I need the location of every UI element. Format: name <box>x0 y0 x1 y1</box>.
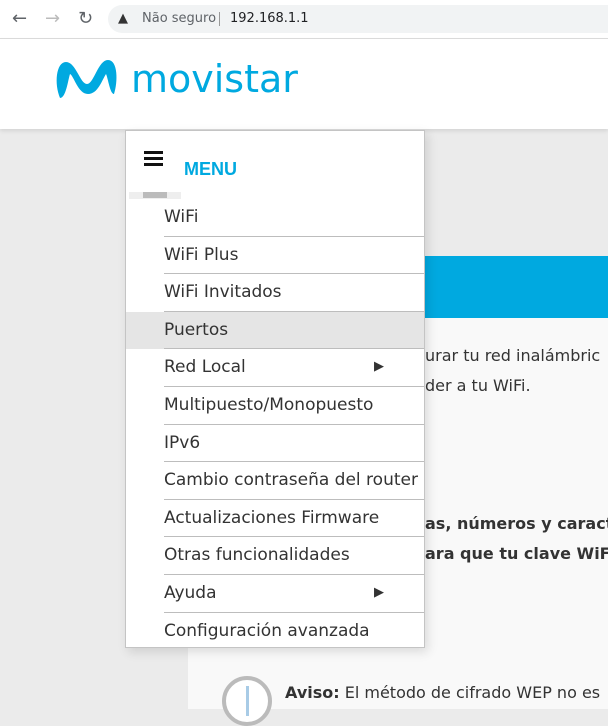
content-bold-text: as, números y caracte <box>425 514 608 533</box>
nav-menu: MENU WiFi WiFi Plus WiFi Invitados Puertos R… <box>125 130 425 648</box>
info-icon <box>222 676 272 726</box>
content-text: der a tu WiFi. <box>425 376 531 395</box>
content-bold-text: ara que tu clave WiFi t <box>425 544 608 563</box>
menu-item-label: WiFi Plus <box>164 244 239 265</box>
menu-item-ipv6[interactable]: IPv6 <box>126 425 424 463</box>
menu-item-label: WiFi <box>164 207 199 227</box>
menu-item-label: Red Local <box>164 357 246 378</box>
warning-notice: Aviso: El método de cifrado WEP no es <box>285 683 600 702</box>
hamburger-icon[interactable] <box>144 151 163 169</box>
menu-item-label: Multipuesto/Monopuesto <box>164 394 374 415</box>
warning-icon: ▲ <box>118 11 128 26</box>
menu-item-actualizaciones-firmware[interactable]: Actualizaciones Firmware <box>126 500 424 538</box>
menu-item-wifi-invitados[interactable]: WiFi Invitados <box>126 274 424 312</box>
address-bar[interactable]: ▲ Não seguro 192.168.1.1 <box>108 5 608 33</box>
menu-item-cambio-contrase-a-del-router[interactable]: Cambio contraseña del router <box>126 462 424 500</box>
divider <box>219 12 220 26</box>
aviso-text: El método de cifrado WEP no es <box>339 683 601 702</box>
menu-item-label: WiFi Invitados <box>164 282 282 303</box>
aviso-label: Aviso: <box>285 683 340 702</box>
submenu-arrow-icon: ▶ <box>374 584 384 600</box>
security-label: Não seguro <box>142 11 217 26</box>
menu-item-puertos[interactable]: Puertos <box>126 311 424 350</box>
url-text[interactable]: 192.168.1.1 <box>230 5 309 33</box>
menu-item-wifi[interactable]: WiFi <box>126 199 424 237</box>
menu-item-label: Cambio contraseña del router <box>164 470 418 491</box>
movistar-logo-icon[interactable] <box>52 54 122 104</box>
menu-title: MENU <box>184 159 237 179</box>
menu-item-label: Configuración avanzada <box>164 620 370 641</box>
content-text: urar tu red inalámbric <box>425 346 601 365</box>
menu-item-label: Actualizaciones Firmware <box>164 507 380 528</box>
menu-item-label: Ayuda <box>164 582 217 603</box>
site-header: movistar <box>0 39 608 129</box>
menu-item-label: IPv6 <box>164 432 201 453</box>
reload-icon[interactable]: ↻ <box>78 8 93 29</box>
back-icon[interactable]: ← <box>12 8 27 29</box>
menu-item-label: Puertos <box>164 319 229 340</box>
menu-item-multipuesto-monopuesto[interactable]: Multipuesto/Monopuesto <box>126 387 424 425</box>
forward-icon[interactable]: → <box>45 8 60 29</box>
horizontal-scrollbar[interactable] <box>129 192 181 199</box>
menu-item-label: Otras funcionalidades <box>164 545 350 566</box>
menu-item-configuraci-n-avanzada[interactable]: Configuración avanzada <box>126 613 424 651</box>
submenu-arrow-icon: ▶ <box>374 359 384 375</box>
browser-toolbar: ← → ↻ ▲ Não seguro 192.168.1.1 <box>0 0 608 39</box>
menu-item-otras-funcionalidades[interactable]: Otras funcionalidades <box>126 537 424 575</box>
menu-item-ayuda[interactable]: Ayuda ▶ <box>126 575 424 613</box>
menu-item-wifi-plus[interactable]: WiFi Plus <box>126 237 424 275</box>
brand-name: movistar <box>131 57 298 101</box>
menu-item-red-local[interactable]: Red Local ▶ <box>126 349 424 387</box>
